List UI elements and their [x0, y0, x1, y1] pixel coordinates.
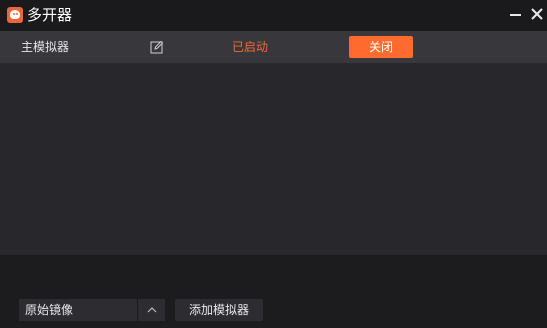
- app-logo-icon: [7, 7, 23, 23]
- title-bar[interactable]: 多开器: [0, 0, 547, 31]
- multi-instance-window: 多开器 主模拟器 已启动 关闭 原始镜像 添加模拟器: [0, 0, 547, 328]
- image-select-value: 原始镜像: [25, 303, 74, 317]
- add-emulator-button[interactable]: 添加模拟器: [175, 299, 263, 321]
- close-icon: [531, 8, 543, 20]
- emulator-name: 主模拟器: [21, 40, 70, 54]
- close-emulator-button[interactable]: 关闭: [349, 36, 413, 58]
- window-title: 多开器: [27, 6, 73, 24]
- emulator-list-area: [0, 63, 547, 255]
- chevron-up-icon: [147, 307, 156, 313]
- emulator-row: 主模拟器 已启动 关闭: [0, 31, 547, 63]
- minimize-button[interactable]: [505, 4, 525, 24]
- minimize-icon: [509, 14, 521, 16]
- close-window-button[interactable]: [527, 4, 547, 24]
- emulator-status: 已启动: [232, 40, 269, 54]
- image-select[interactable]: 原始镜像: [19, 299, 165, 321]
- image-select-toggle[interactable]: [137, 299, 165, 321]
- edit-icon[interactable]: [150, 40, 164, 54]
